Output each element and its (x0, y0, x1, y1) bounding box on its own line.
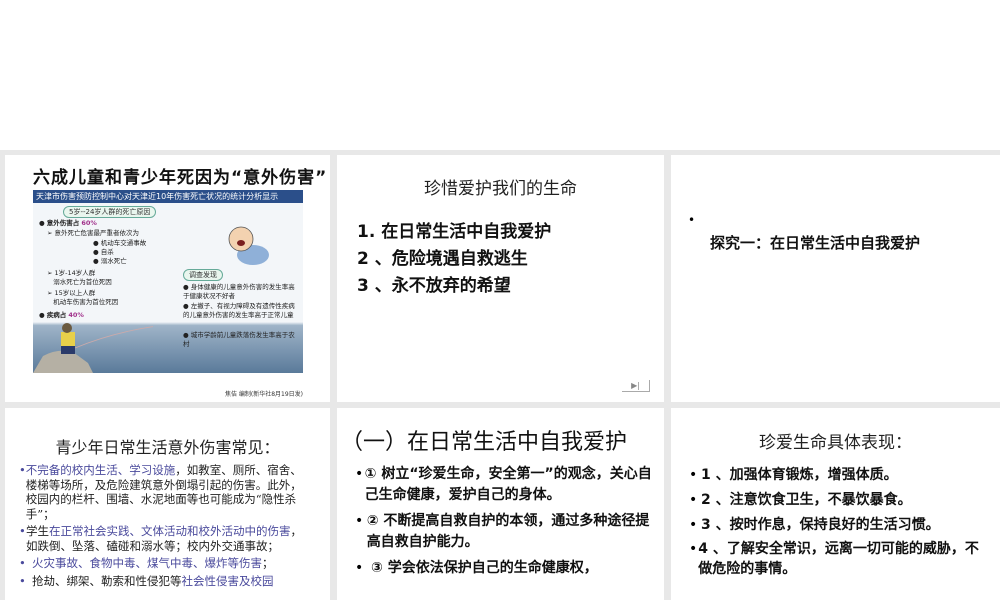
survey-item-text: 身体健康的儿童意外伤害的发生率高于健康状况不好者 (183, 283, 295, 301)
accident-item-text: 溺水死亡 (100, 257, 127, 265)
self-care-item: • ② 不断提高自救自护的本领，通过多种途径提高自救自护能力。 (355, 511, 655, 553)
slide-thumbnail-2[interactable]: 珍惜爱护我们的生命 1. 在日常生活中自我爱护 2 、危险境遇自救逃生 3 、永… (337, 155, 664, 402)
slide-thumbnail-4[interactable]: 青少年日常生活意外伤害常见： • 不完备的校内生活、学习设施，如教室、厕所、宿舍、… (5, 408, 330, 608)
age-group-text: 15岁以上人群 (54, 289, 96, 297)
crying-baby-icon (228, 226, 269, 265)
hazard-text: ； (262, 556, 274, 570)
accident-item-text: 机动车交通事故 (100, 239, 147, 247)
outline-item: 1. 在日常生活中自我爱护 (357, 222, 552, 242)
slide-thumbnail-5[interactable]: （一）在日常生活中自我爱护 • ① 树立“珍爱生命，安全第一”的观念，关心自己生命… (337, 408, 664, 608)
infographic-subtitle: 天津市伤害预防控制中心对天津近10年伤害死亡状况的统计分析显示 (33, 190, 303, 203)
survey-item: ● 城市学龄前儿童跌落伤发生率高于农村 (183, 331, 295, 349)
accident-item: ● 机动车交通事故 (93, 239, 147, 247)
accident-order-text: 意外死亡危害最严重者依次为 (54, 229, 140, 237)
cherish-item: • 4 、了解安全常识，远离一切可能的威胁，不做危险的事情。 (689, 539, 989, 579)
age-group-2: ➢ 15岁以上人群 机动车伤害为首位死因 (47, 289, 119, 307)
self-care-text: ② 不断提高自救自护的本领，通过多种途径提高自救自护能力。 (366, 513, 650, 550)
hazard-item: • 抢劫、绑架、勒索和性侵犯等社会性侵害及校园 (19, 573, 274, 588)
survey-item: ● 身体健康的儿童意外伤害的发生率高于健康状况不好者 (183, 283, 295, 301)
hazard-highlight: 火灾事故、食物中毒、煤气中毒、爆炸等伤害 (32, 556, 262, 570)
hazard-item: • 学生在正常社会实践、文体活动和校外活动中的伤害，如跌倒、坠落、磕碰和溺水等；校… (19, 524, 302, 553)
cherish-item: • 1 、加强体育锻炼，增强体质。 (689, 464, 989, 486)
age-group-cause: 机动车伤害为首位死因 (53, 298, 119, 307)
slide-title: （一）在日常生活中自我爱护 (341, 430, 628, 455)
self-care-text: ③ 学会依法保护自己的生命健康权， (371, 560, 598, 576)
cherish-text: 4 、了解安全常识，远离一切可能的威胁，不做危险的事情。 (698, 541, 979, 577)
accident-order: ➢ 意外死亡危害最严重者依次为 (47, 229, 140, 237)
slide-text: 探究一：在日常生活中自我爱护 (710, 234, 921, 252)
fishing-boy-illustration (33, 323, 153, 373)
hazard-highlight: 不完备的校内生活、学习设施 (25, 463, 176, 477)
hazard-list: • 不完备的校内生活、学习设施，如教室、厕所、宿舍、楼梯等场所，及危险建筑意外倒塌… (19, 463, 309, 588)
cherish-text: 2 、注意饮食卫生，不暴饮暴食。 (701, 492, 912, 508)
hazard-text: 抢劫、绑架、勒索和性侵犯等 (32, 573, 182, 588)
slide-title: 青少年日常生活意外伤害常见： (55, 438, 280, 457)
hazard-highlight: 社会性侵害及校园 (181, 573, 274, 588)
cherish-life-list: • 1 、加强体育锻炼，增强体质。 • 2 、注意饮食卫生，不暴饮暴食。 • 3 、按… (689, 464, 989, 579)
accident-line: ● 意外伤害占 60% (39, 219, 97, 227)
hazard-highlight: 在正常社会实践、文体活动和校外活动中的伤害 (48, 524, 291, 538)
infographic-image: 六成儿童和青少年死因为“意外伤害” 天津市伤害预防控制中心对天津近10年伤害死亡… (33, 163, 328, 398)
accident-label: 意外伤害占 (46, 219, 80, 227)
cherish-text: 3 、按时作息，保持良好的生活习惯。 (701, 517, 940, 533)
age-group-1: ➢ 1岁-14岁人群 溺水死亡为首位死因 (47, 269, 112, 287)
cause-tag: 5岁--24岁人群的死亡原因 (63, 206, 157, 218)
self-care-item: • ① 树立“珍爱生命，安全第一”的观念，关心自己生命健康，爱护自己的身体。 (355, 464, 655, 506)
self-care-list: • ① 树立“珍爱生命，安全第一”的观念，关心自己生命健康，爱护自己的身体。 • ②… (355, 464, 655, 579)
slide-thumbnail-6[interactable]: 珍爱生命具体表现： • 1 、加强体育锻炼，增强体质。 • 2 、注意饮食卫生，不暴… (671, 408, 1000, 608)
accident-pct: 60% (81, 219, 97, 227)
cherish-text: 1 、加强体育锻炼，增强体质。 (701, 467, 898, 483)
top-blank-area (0, 0, 1000, 150)
cherish-item: • 3 、按时作息，保持良好的生活习惯。 (689, 514, 989, 536)
accident-item-text: 自杀 (100, 248, 114, 256)
infographic-credit: 焦佶 编制(新华社8月19日发) (224, 391, 303, 398)
survey-item-text: 城市学龄前儿童跌落伤发生率高于农村 (183, 331, 295, 349)
slide-sorter[interactable]: 六成儿童和青少年死因为“意外伤害” 天津市伤害预防控制中心对天津近10年伤害死亡… (0, 150, 1000, 608)
slide-thumbnail-3[interactable]: • 探究一：在日常生活中自我爱护 (671, 155, 1000, 402)
outline-list: 1. 在日常生活中自我爱护 2 、危险境遇自救逃生 3 、永不放弃的希望 (357, 219, 551, 300)
cherish-item: • 2 、注意饮食卫生，不暴饮暴食。 (689, 489, 989, 511)
survey-item-text: 左撇子、有视力障碍及有遗传性疾病的儿童意外伤害的发生率高于正常儿童 (183, 302, 295, 320)
accident-item: ● 溺水死亡 (93, 257, 127, 265)
hazard-item: • 火灾事故、食物中毒、煤气中毒、爆炸等伤害； (19, 556, 274, 570)
hazard-text: 学生 (25, 524, 49, 538)
age-group-cause: 溺水死亡为首位死因 (53, 278, 112, 287)
survey-item: ● 左撇子、有视力障碍及有遗传性疾病的儿童意外伤害的发生率高于正常儿童 (183, 302, 295, 320)
play-end-icon[interactable]: ▶| (622, 380, 650, 392)
slide-title: 珍惜爱护我们的生命 (424, 179, 577, 199)
slide-title: 珍爱生命具体表现： (759, 433, 912, 453)
age-group-text: 1岁-14岁人群 (54, 269, 96, 277)
outline-item: 3 、永不放弃的希望 (357, 276, 511, 296)
self-care-text: ① 树立“珍爱生命，安全第一”的观念，关心自己生命健康，爱护自己的身体。 (364, 466, 652, 503)
hazard-item: • 不完备的校内生活、学习设施，如教室、厕所、宿舍、楼梯等场所，及危险建筑意外倒塌… (19, 463, 302, 521)
infographic-title: 六成儿童和青少年死因为“意外伤害” (33, 168, 328, 188)
survey-tag: 调查发现 (183, 269, 223, 281)
bullet-dot: • (688, 213, 696, 227)
self-care-item: • ③ 学会依法保护自己的生命健康权， (355, 558, 655, 579)
slide-thumbnail-1[interactable]: 六成儿童和青少年死因为“意外伤害” 天津市伤害预防控制中心对天津近10年伤害死亡… (5, 155, 330, 402)
accident-item: ● 自杀 (93, 248, 114, 256)
outline-item: 2 、危险境遇自救逃生 (357, 249, 528, 269)
